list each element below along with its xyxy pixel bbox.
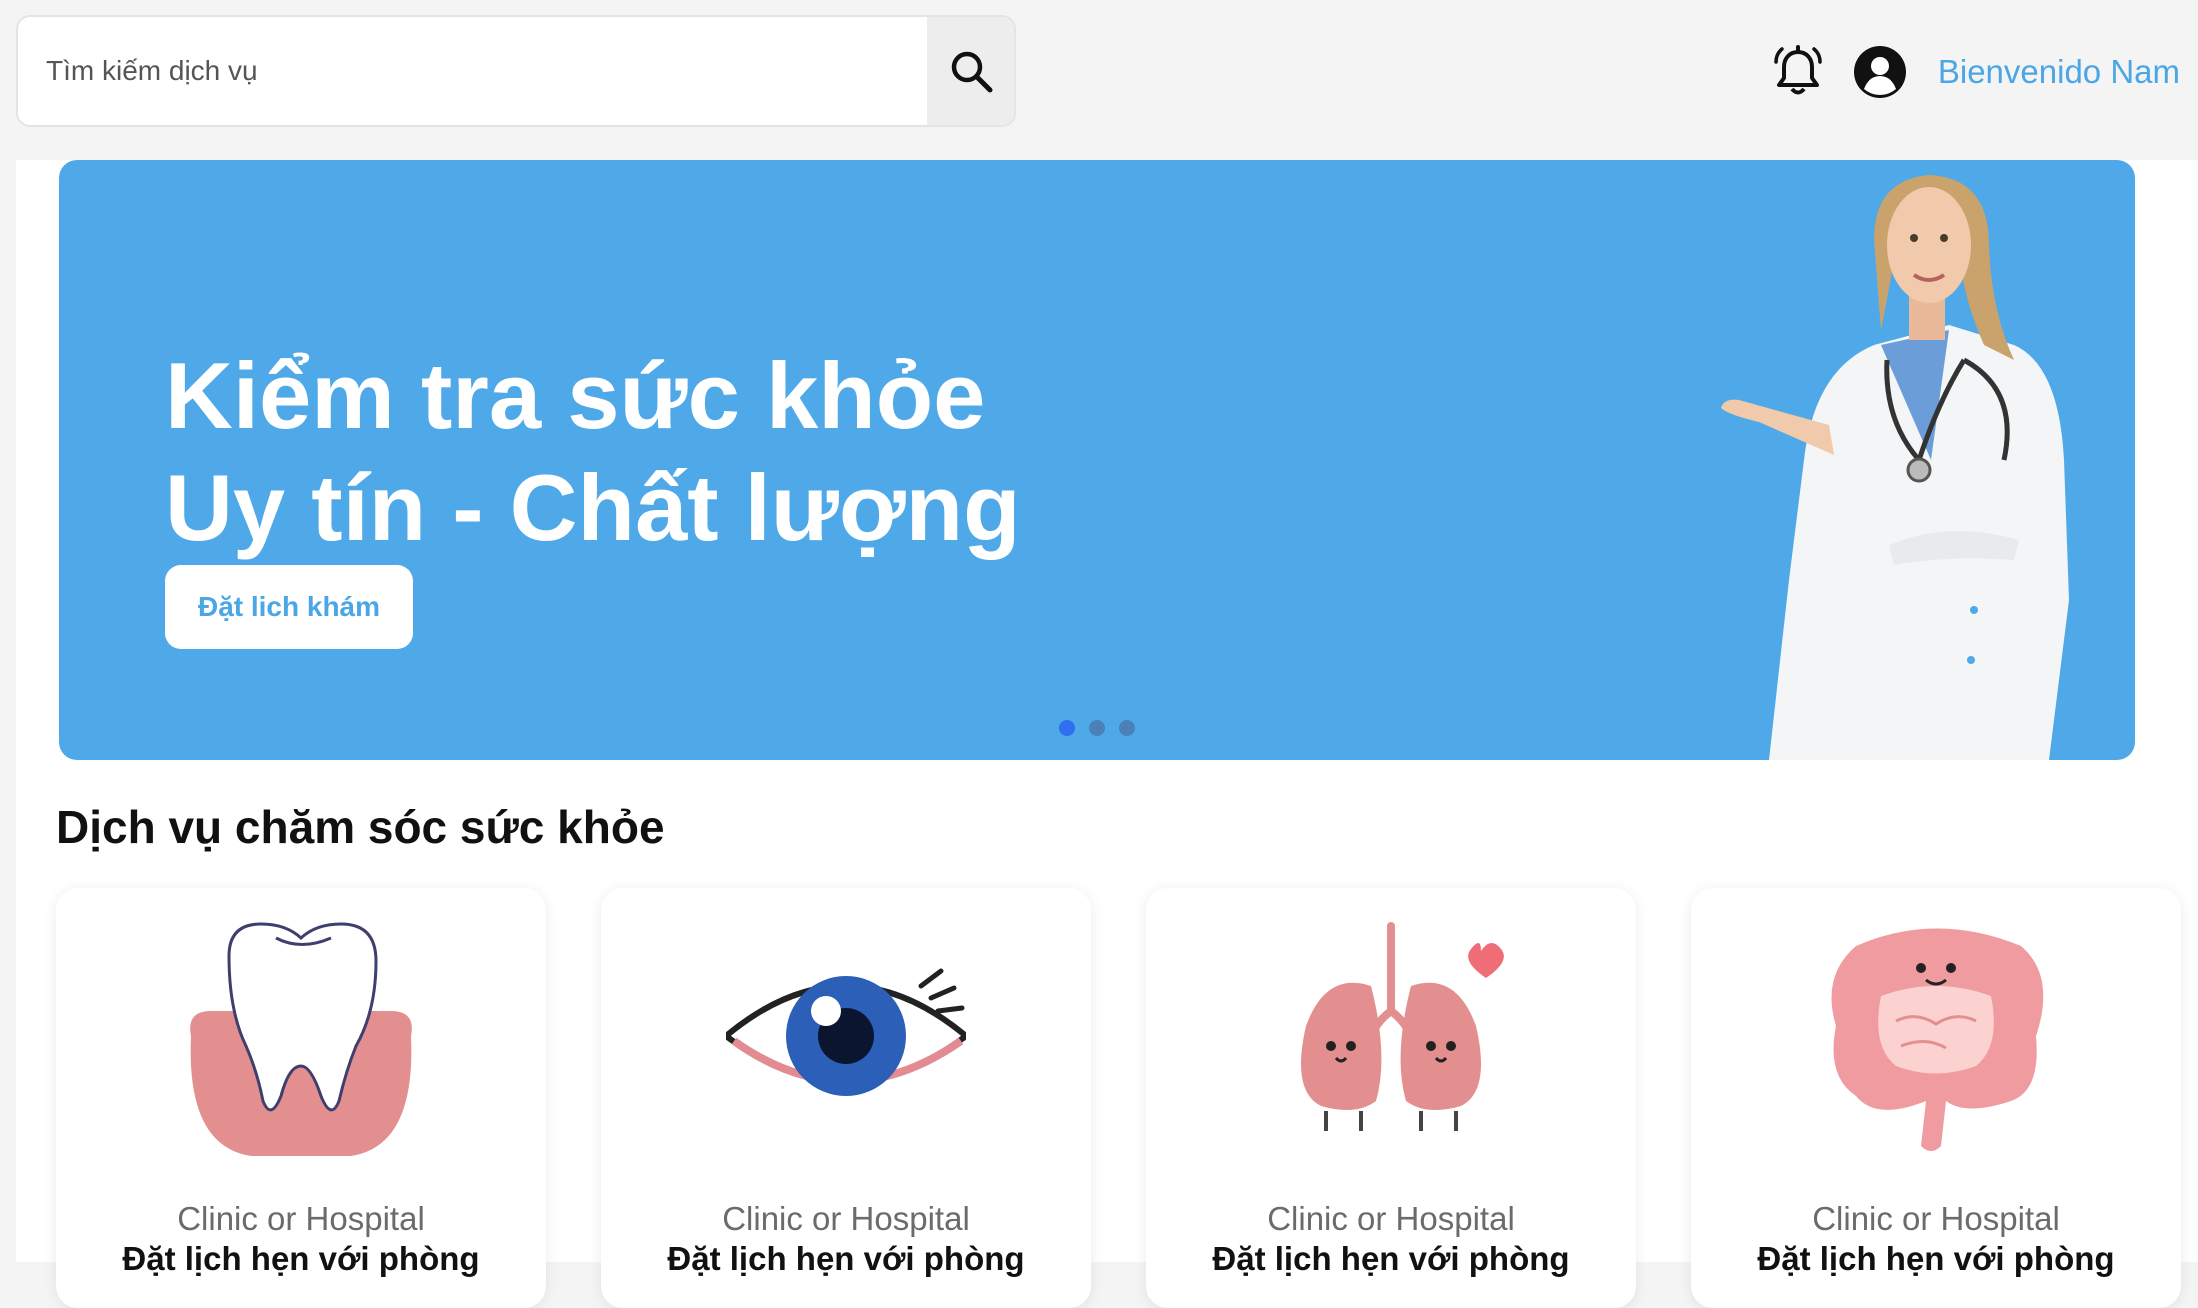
search-bar (16, 15, 1016, 127)
book-appointment-button[interactable]: Đặt lich khám (165, 565, 413, 649)
hero-title-line1: Kiểm tra sức khỏe (165, 343, 986, 448)
search-input[interactable] (18, 17, 927, 125)
service-card-name: Đặt lịch hẹn với phòng (667, 1240, 1025, 1277)
hero-banner: Kiểm tra sức khỏe Uy tín - Chất lượng Đặ… (59, 160, 2135, 760)
welcome-user-link[interactable]: Bienvenido Nam (1938, 53, 2180, 91)
service-card-name: Đặt lịch hẹn với phòng (122, 1240, 480, 1277)
service-card[interactable]: Clinic or Hospital Đặt lịch hẹn với phòn… (601, 888, 1091, 1308)
search-button[interactable] (927, 17, 1014, 125)
bell-icon (1774, 45, 1822, 95)
service-card-subtitle: Clinic or Hospital (722, 1200, 970, 1237)
service-card[interactable]: Clinic or Hospital Đặt lịch hẹn với phòn… (1146, 888, 1636, 1308)
service-card-subtitle: Clinic or Hospital (1267, 1200, 1515, 1237)
service-card-name: Đặt lịch hẹn với phòng (1212, 1240, 1570, 1277)
search-icon (951, 51, 992, 93)
carousel-dot-2[interactable] (1089, 720, 1105, 736)
notification-button[interactable] (1770, 44, 1826, 100)
lungs-icon (1301, 922, 1504, 1131)
service-card-name: Đặt lịch hẹn với phòng (1757, 1240, 2115, 1277)
hero-title-line2: Uy tín - Chất lượng (165, 455, 1021, 560)
hero-title: Kiểm tra sức khỏe Uy tín - Chất lượng (165, 340, 1021, 564)
user-avatar-button[interactable] (1852, 44, 1908, 100)
carousel-dot-3[interactable] (1119, 720, 1135, 736)
service-card[interactable]: Clinic or Hospital Đặt lịch hẹn với phòn… (1691, 888, 2181, 1308)
header-actions: Bienvenido Nam (1770, 40, 2180, 104)
services-section-title: Dịch vụ chăm sóc sức khỏe (56, 801, 665, 853)
main-content: Kiểm tra sức khỏe Uy tín - Chất lượng Đặ… (16, 160, 2198, 1308)
carousel-dot-1[interactable] (1059, 720, 1075, 736)
tooth-icon (190, 922, 412, 1156)
service-card-subtitle: Clinic or Hospital (1812, 1200, 2060, 1237)
doctor-illustration (1721, 175, 2069, 760)
services-list: Clinic or Hospital Đặt lịch hẹn với phòn… (56, 888, 2196, 1308)
user-avatar-icon (1853, 46, 1906, 98)
intestine-icon (1831, 928, 2044, 1151)
service-card[interactable]: Clinic or Hospital Đặt lịch hẹn với phòn… (56, 888, 546, 1308)
eye-icon (726, 968, 966, 1096)
carousel-indicators (1059, 720, 1135, 736)
service-card-subtitle: Clinic or Hospital (177, 1200, 425, 1237)
